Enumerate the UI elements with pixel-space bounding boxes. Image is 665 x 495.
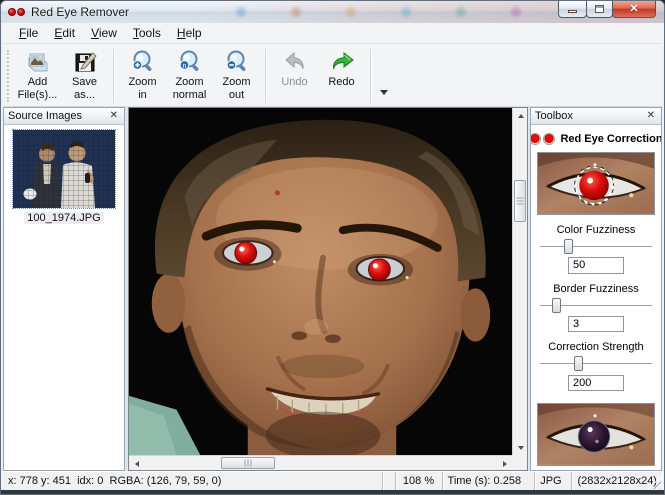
menu-edit[interactable]: Edit	[46, 24, 83, 42]
toolbox-panel: Toolbox ✕ Red Eye Correction	[530, 107, 662, 471]
scroll-left-icon[interactable]	[129, 456, 144, 471]
redo-button[interactable]: Redo	[318, 48, 365, 89]
save-floppy-icon	[71, 49, 99, 75]
horizontal-scrollbar[interactable]	[129, 455, 512, 470]
glass-reflection	[236, 7, 246, 17]
close-button[interactable]: ✕	[612, 1, 656, 18]
glass-reflection	[401, 7, 411, 17]
image-canvas[interactable]	[128, 107, 528, 471]
menu-view[interactable]: View	[83, 24, 125, 42]
border-fuzziness-input[interactable]	[568, 316, 624, 332]
undo-button: Undo	[271, 48, 318, 89]
correction-strength-slider[interactable]	[538, 355, 654, 371]
red-eye-correction-title: Red Eye Correction	[560, 133, 661, 145]
zoom-normal-button[interactable]: n Zoom normal	[166, 48, 213, 101]
toolbox-header[interactable]: Toolbox ✕	[531, 108, 661, 125]
title-bar[interactable]: Red Eye Remover ✕	[1, 1, 664, 23]
status-dimensions: (2832x2128x24)	[577, 475, 657, 487]
correction-strength-slider-thumb[interactable]	[574, 356, 583, 371]
toolbar-separator	[113, 49, 114, 103]
glass-reflection	[456, 7, 466, 17]
add-files-label: Add File(s)...	[18, 76, 58, 101]
redo-label: Redo	[328, 76, 354, 89]
scroll-right-icon[interactable]	[497, 456, 512, 471]
zoom-in-label: Zoom in	[128, 76, 156, 101]
magnifier-n-icon: n	[176, 49, 204, 75]
save-as-label: Save as...	[72, 76, 97, 101]
slider-track	[540, 246, 652, 248]
scrollbar-corner	[512, 455, 527, 470]
toolbar-separator	[265, 49, 266, 103]
status-format: JPG	[540, 475, 561, 487]
horizontal-scroll-thumb[interactable]	[221, 457, 275, 469]
color-fuzziness-slider-thumb[interactable]	[564, 239, 573, 254]
app-icon	[8, 7, 26, 17]
glass-reflection	[511, 7, 521, 17]
magnifier-minus-icon	[223, 49, 251, 75]
add-files-button[interactable]: Add File(s)...	[14, 48, 61, 101]
red-eyes-icon	[531, 133, 555, 145]
border-fuzziness-slider[interactable]	[538, 297, 654, 313]
source-images-header[interactable]: Source Images ✕	[4, 108, 124, 125]
glass-reflection	[346, 7, 356, 17]
vertical-scrollbar[interactable]	[512, 108, 527, 455]
source-images-title: Source Images	[8, 110, 108, 122]
panel-close-icon[interactable]: ✕	[108, 111, 120, 121]
window-title: Red Eye Remover	[31, 5, 129, 19]
magnifier-plus-icon	[129, 49, 157, 75]
menu-tools[interactable]: Tools	[125, 24, 169, 42]
slider-track	[540, 363, 652, 365]
border-fuzziness-slider-thumb[interactable]	[552, 298, 561, 313]
toolbar-overflow-icon[interactable]	[380, 90, 388, 95]
zoom-out-button[interactable]: Zoom out	[213, 48, 260, 101]
undo-label: Undo	[281, 76, 307, 89]
undo-arrow-icon	[281, 49, 309, 75]
window-bottom-edge	[1, 490, 664, 494]
eye-preview-before	[537, 152, 655, 215]
glass-reflection	[291, 7, 301, 17]
zoom-in-button[interactable]: Zoom in	[119, 48, 166, 101]
source-thumbnail[interactable]	[13, 130, 115, 208]
eye-preview-after	[537, 403, 655, 466]
menu-bar: File Edit View Tools Help	[3, 23, 662, 44]
menu-help[interactable]: Help	[169, 24, 210, 42]
minimize-button[interactable]	[558, 1, 587, 18]
status-zoom-level: 108 %	[403, 475, 434, 487]
zoom-out-label: Zoom out	[222, 76, 250, 101]
redo-arrow-icon	[328, 49, 356, 75]
correction-strength-input[interactable]	[568, 375, 624, 391]
toolbar-grip[interactable]	[7, 50, 10, 102]
source-images-panel: Source Images ✕	[3, 107, 125, 471]
content-area: Source Images ✕	[3, 107, 662, 471]
app-window: Red Eye Remover ✕ File Edit View Tools H…	[0, 0, 665, 495]
vertical-scroll-thumb[interactable]	[514, 180, 526, 222]
border-fuzziness-label: Border Fuzziness	[553, 283, 639, 295]
zoom-normal-label: Zoom normal	[173, 76, 207, 101]
color-fuzziness-input[interactable]	[568, 257, 624, 273]
panel-close-icon[interactable]: ✕	[645, 111, 657, 121]
source-thumbnail-filename: 100_1974.JPG	[24, 212, 103, 224]
toolbox-title: Toolbox	[535, 110, 645, 122]
status-time: Time (s): 0.258	[448, 475, 522, 487]
minimize-icon	[568, 10, 577, 13]
maximize-icon	[595, 5, 604, 13]
status-position: x: 778 y: 451 idx: 0 RGBA: (126, 79, 59,…	[8, 475, 221, 487]
status-bar: x: 778 y: 451 idx: 0 RGBA: (126, 79, 59,…	[3, 471, 662, 490]
photo-view[interactable]	[129, 108, 512, 455]
scroll-down-icon[interactable]	[513, 440, 528, 455]
close-icon: ✕	[629, 4, 638, 15]
add-image-icon	[24, 49, 52, 75]
color-fuzziness-slider[interactable]	[538, 238, 654, 254]
save-as-button[interactable]: Save as...	[61, 48, 108, 101]
color-fuzziness-label: Color Fuzziness	[557, 224, 636, 236]
svg-text:n: n	[182, 63, 186, 70]
status-spacer	[383, 472, 396, 490]
menu-file[interactable]: File	[11, 24, 46, 42]
maximize-button[interactable]	[586, 1, 613, 18]
toolbar-separator	[370, 49, 371, 103]
scroll-up-icon[interactable]	[513, 108, 528, 123]
toolbar: Add File(s)... Save as...	[3, 44, 662, 107]
correction-strength-label: Correction Strength	[548, 341, 643, 353]
